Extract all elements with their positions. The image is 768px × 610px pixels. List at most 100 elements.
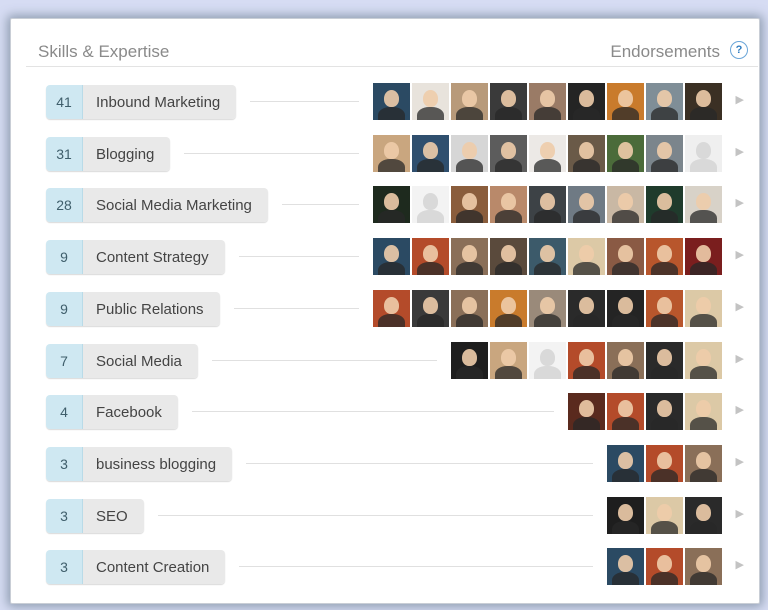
chevron-right-icon[interactable]: ▶ [736, 352, 744, 365]
endorsement-count[interactable]: 7 [46, 344, 83, 378]
endorser-avatar[interactable] [646, 548, 683, 585]
endorsement-count[interactable]: 3 [46, 499, 83, 533]
endorser-avatar[interactable] [646, 83, 683, 120]
endorser-avatar[interactable] [451, 238, 488, 275]
endorser-avatar[interactable] [685, 238, 722, 275]
help-icon[interactable]: ? [730, 41, 748, 59]
endorser-avatar[interactable] [451, 290, 488, 327]
endorser-avatar[interactable] [568, 393, 605, 430]
endorser-avatar[interactable] [607, 342, 644, 379]
endorser-avatar[interactable] [568, 186, 605, 223]
endorser-avatar[interactable] [373, 290, 410, 327]
endorser-avatar[interactable] [607, 445, 644, 482]
endorser-avatar[interactable] [646, 445, 683, 482]
skill-pill[interactable]: 3 SEO [46, 499, 144, 533]
endorser-avatar[interactable] [568, 342, 605, 379]
chevron-right-icon[interactable]: ▶ [736, 196, 744, 209]
endorser-avatar[interactable] [568, 135, 605, 172]
endorser-avatar[interactable] [412, 238, 449, 275]
skill-name[interactable]: Social Media [83, 344, 198, 378]
endorser-avatar[interactable] [490, 83, 527, 120]
endorser-avatar[interactable] [529, 83, 566, 120]
skill-name[interactable]: Content Strategy [83, 240, 225, 274]
endorser-avatar[interactable] [529, 135, 566, 172]
endorser-avatar[interactable] [451, 135, 488, 172]
endorser-avatar[interactable] [412, 83, 449, 120]
endorser-avatar[interactable] [412, 135, 449, 172]
skill-pill[interactable]: 9 Content Strategy [46, 240, 225, 274]
endorser-avatar[interactable] [607, 186, 644, 223]
chevron-right-icon[interactable]: ▶ [736, 145, 744, 158]
skill-name[interactable]: Content Creation [83, 550, 226, 584]
skill-pill[interactable]: 4 Facebook [46, 395, 178, 429]
endorser-avatar[interactable] [490, 342, 527, 379]
endorsement-count[interactable]: 9 [46, 292, 83, 326]
endorsement-count[interactable]: 41 [46, 85, 83, 119]
endorser-avatar[interactable] [451, 342, 488, 379]
endorser-avatar[interactable] [685, 135, 722, 172]
endorser-avatar[interactable] [490, 238, 527, 275]
skill-row[interactable]: 9 Public Relations ▶ [44, 290, 748, 328]
endorser-avatar[interactable] [685, 186, 722, 223]
skill-row[interactable]: 4 Facebook ▶ [44, 393, 748, 431]
endorser-avatar[interactable] [646, 497, 683, 534]
endorser-avatar[interactable] [646, 135, 683, 172]
chevron-right-icon[interactable]: ▶ [736, 455, 744, 468]
skill-row[interactable]: 31 Blogging ▶ [44, 135, 748, 173]
endorser-avatar[interactable] [607, 548, 644, 585]
endorsement-count[interactable]: 4 [46, 395, 83, 429]
endorsement-count[interactable]: 28 [46, 188, 83, 222]
endorser-avatar[interactable] [685, 83, 722, 120]
skill-row[interactable]: 28 Social Media Marketing ▶ [44, 186, 748, 224]
endorsement-count[interactable]: 31 [46, 137, 83, 171]
endorser-avatar[interactable] [568, 83, 605, 120]
skill-name[interactable]: business blogging [83, 447, 233, 481]
skill-pill[interactable]: 31 Blogging [46, 137, 171, 171]
endorser-avatar[interactable] [373, 186, 410, 223]
chevron-right-icon[interactable]: ▶ [736, 507, 744, 520]
chevron-right-icon[interactable]: ▶ [736, 93, 744, 106]
endorser-avatar[interactable] [529, 290, 566, 327]
endorser-avatar[interactable] [685, 393, 722, 430]
endorser-avatar[interactable] [451, 83, 488, 120]
endorser-avatar[interactable] [685, 290, 722, 327]
skill-name[interactable]: Social Media Marketing [83, 188, 268, 222]
endorser-avatar[interactable] [490, 290, 527, 327]
endorser-avatar[interactable] [529, 238, 566, 275]
endorser-avatar[interactable] [529, 342, 566, 379]
endorsement-count[interactable]: 3 [46, 447, 83, 481]
skill-name[interactable]: Blogging [83, 137, 171, 171]
skill-row[interactable]: 9 Content Strategy ▶ [44, 238, 748, 276]
skill-pill[interactable]: 7 Social Media [46, 344, 198, 378]
skill-row[interactable]: 3 Content Creation ▶ [44, 548, 748, 586]
skill-pill[interactable]: 41 Inbound Marketing [46, 85, 237, 119]
endorser-avatar[interactable] [607, 238, 644, 275]
chevron-right-icon[interactable]: ▶ [736, 403, 744, 416]
endorser-avatar[interactable] [568, 290, 605, 327]
skill-pill[interactable]: 28 Social Media Marketing [46, 188, 268, 222]
endorser-avatar[interactable] [646, 393, 683, 430]
endorser-avatar[interactable] [412, 186, 449, 223]
endorser-avatar[interactable] [646, 290, 683, 327]
endorsement-count[interactable]: 3 [46, 550, 83, 584]
skill-row[interactable]: 3 SEO ▶ [44, 497, 748, 535]
endorser-avatar[interactable] [607, 135, 644, 172]
skill-pill[interactable]: 3 Content Creation [46, 550, 226, 584]
endorser-avatar[interactable] [529, 186, 566, 223]
endorser-avatar[interactable] [373, 135, 410, 172]
endorser-avatar[interactable] [685, 445, 722, 482]
skill-row[interactable]: 41 Inbound Marketing ▶ [44, 83, 748, 121]
endorser-avatar[interactable] [373, 83, 410, 120]
endorser-avatar[interactable] [646, 186, 683, 223]
endorser-avatar[interactable] [373, 238, 410, 275]
skill-name[interactable]: Inbound Marketing [83, 85, 237, 119]
endorser-avatar[interactable] [685, 497, 722, 534]
endorser-avatar[interactable] [607, 497, 644, 534]
endorser-avatar[interactable] [685, 342, 722, 379]
skill-name[interactable]: Public Relations [83, 292, 220, 326]
chevron-right-icon[interactable]: ▶ [736, 248, 744, 261]
skill-name[interactable]: SEO [83, 499, 144, 533]
skill-pill[interactable]: 9 Public Relations [46, 292, 220, 326]
skill-row[interactable]: 3 business blogging ▶ [44, 445, 748, 483]
endorser-avatar[interactable] [646, 238, 683, 275]
